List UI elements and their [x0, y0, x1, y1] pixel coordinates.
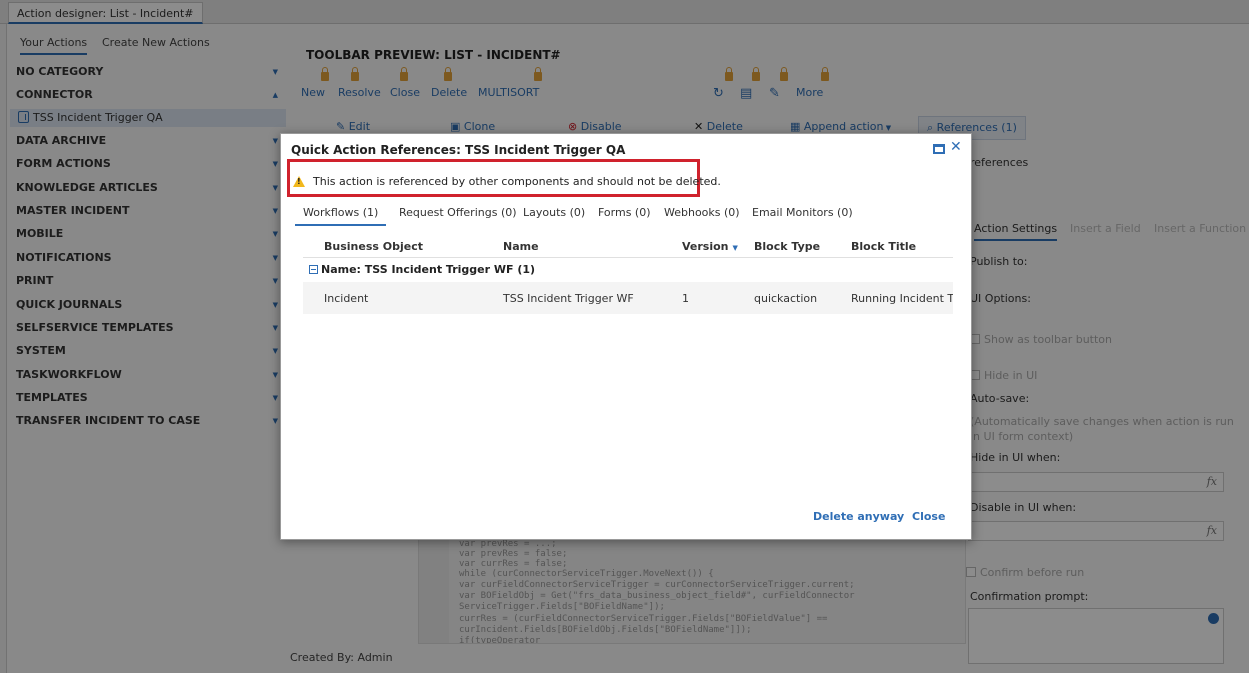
group-label: Name: TSS Incident Trigger WF (1): [321, 263, 536, 276]
tab-label: Workflows (1): [303, 206, 379, 219]
tab-email-monitors[interactable]: Email Monitors (0): [752, 206, 853, 224]
quick-action-references-dialog: Quick Action References: TSS Incident Tr…: [280, 133, 972, 540]
cell-name: TSS Incident Trigger WF: [503, 292, 634, 305]
cell-block-title: Running Incident Trig: [851, 292, 953, 305]
warning-message: This action is referenced by other compo…: [313, 175, 721, 188]
references-grid: Business Object Name Version ▼ Block Type…: [303, 236, 953, 314]
sort-descending-icon: ▼: [732, 244, 738, 252]
column-name[interactable]: Name: [503, 240, 539, 253]
close-icon[interactable]: ✕: [950, 139, 962, 155]
tab-workflows[interactable]: Workflows (1): [295, 206, 387, 226]
column-block-type[interactable]: Block Type: [754, 240, 820, 253]
cell-version: 1: [682, 292, 689, 305]
dialog-title: Quick Action References: TSS Incident Tr…: [291, 143, 626, 157]
delete-anyway-button[interactable]: Delete anyway: [813, 510, 904, 523]
warning-icon: [293, 176, 305, 187]
column-business-object[interactable]: Business Object: [324, 240, 423, 253]
close-button[interactable]: Close: [912, 510, 945, 523]
cell-business-object: Incident: [324, 292, 369, 305]
column-block-title[interactable]: Block Title: [851, 240, 916, 253]
column-version-label: Version: [682, 240, 729, 253]
tab-layouts[interactable]: Layouts (0): [523, 206, 585, 224]
tab-forms[interactable]: Forms (0): [598, 206, 651, 224]
group-row[interactable]: Name: TSS Incident Trigger WF (1): [303, 258, 953, 282]
table-row[interactable]: Incident TSS Incident Trigger WF 1 quick…: [303, 282, 953, 314]
grid-header: Business Object Name Version ▼ Block Type…: [303, 236, 953, 258]
collapse-icon[interactable]: [309, 265, 318, 274]
cell-block-type: quickaction: [754, 292, 818, 305]
column-version[interactable]: Version ▼: [682, 240, 738, 253]
tab-webhooks[interactable]: Webhooks (0): [664, 206, 740, 224]
tab-request-offerings[interactable]: Request Offerings (0): [399, 206, 517, 224]
maximize-icon[interactable]: [933, 144, 945, 154]
